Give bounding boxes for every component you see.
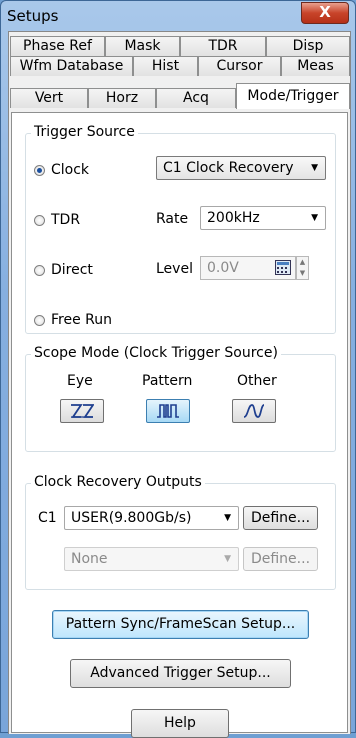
dialog-client-area: Phase Ref Mask TDR Disp Wfm Database His…	[8, 31, 351, 738]
spin-up-icon[interactable]: ▲	[297, 257, 308, 268]
clock-source-value: C1 Clock Recovery	[163, 160, 294, 176]
clock-recovery-group: Clock Recovery Outputs C1 USER(9.800Gb/s…	[25, 474, 336, 590]
radio-tdr[interactable]: TDR	[34, 212, 80, 228]
close-button[interactable]: X	[301, 2, 349, 24]
radio-clock-indicator[interactable]	[34, 164, 45, 176]
calculator-icon[interactable]	[275, 260, 291, 275]
mode-other-label: Other	[237, 373, 277, 389]
rate-value: 200kHz	[207, 210, 260, 226]
tab-phase-ref[interactable]: Phase Ref	[10, 36, 105, 56]
radio-direct[interactable]: Direct	[34, 262, 93, 278]
level-label: Level	[156, 261, 193, 277]
clock-output-value: USER(9.800Gb/s)	[71, 510, 192, 526]
trigger-source-title: Trigger Source	[31, 124, 138, 140]
c1-label: C1	[38, 510, 57, 526]
pattern-mode-button[interactable]	[146, 399, 190, 423]
chevron-down-icon: ▼	[224, 513, 231, 523]
radio-direct-indicator[interactable]	[34, 264, 45, 276]
sine-waveform-icon	[243, 404, 265, 418]
radio-free-run-indicator[interactable]	[34, 314, 45, 326]
tab-mode-trigger[interactable]: Mode/Trigger	[236, 83, 350, 109]
radio-tdr-indicator[interactable]	[34, 214, 45, 226]
radio-clock-label: Clock	[51, 162, 90, 178]
radio-free-run-label: Free Run	[51, 312, 113, 328]
mode-trigger-page: Trigger Source Clock C1 Clock Recovery ▼…	[11, 112, 348, 738]
clock-output2-value: None	[71, 551, 108, 567]
tab-tdr[interactable]: TDR	[180, 36, 266, 56]
chevron-down-icon: ▼	[311, 163, 318, 173]
radio-tdr-label: TDR	[51, 212, 81, 228]
scope-mode-group: Scope Mode (Clock Trigger Source) Eye Pa…	[25, 345, 336, 452]
tab-meas[interactable]: Meas	[281, 56, 350, 76]
clock-output2-combo[interactable]: None ▼	[64, 547, 239, 571]
window-title: Setups	[7, 7, 59, 25]
tab-horz[interactable]: Horz	[88, 88, 156, 108]
tab-mask[interactable]: Mask	[105, 36, 180, 56]
tab-disp[interactable]: Disp	[266, 36, 350, 56]
define-button-1[interactable]: Define...	[243, 506, 318, 530]
pattern-sync-button[interactable]: Pattern Sync/FrameScan Setup...	[52, 610, 309, 639]
tab-cursor[interactable]: Cursor	[198, 56, 281, 76]
mode-eye-label: Eye	[67, 373, 93, 389]
pattern-waveform-icon	[157, 404, 179, 418]
setups-window: Setups X Phase Ref Mask TDR Disp Wfm Dat…	[0, 0, 356, 738]
other-mode-button[interactable]	[232, 399, 276, 423]
chevron-down-icon: ▼	[311, 213, 318, 223]
chevron-down-icon: ▼	[224, 554, 231, 564]
advanced-trigger-button[interactable]: Advanced Trigger Setup...	[70, 659, 291, 688]
eye-mode-button[interactable]	[60, 399, 104, 423]
scope-mode-title: Scope Mode (Clock Trigger Source)	[31, 345, 281, 361]
mode-pattern-label: Pattern	[142, 373, 193, 389]
tab-hist[interactable]: Hist	[133, 56, 198, 76]
tab-wfm-database[interactable]: Wfm Database	[10, 56, 133, 76]
tab-acq[interactable]: Acq	[156, 88, 236, 108]
clock-output-combo[interactable]: USER(9.800Gb/s) ▼	[64, 506, 239, 530]
rate-label: Rate	[156, 211, 189, 227]
help-button[interactable]: Help	[131, 709, 229, 738]
tab-vert[interactable]: Vert	[10, 88, 88, 108]
clock-source-combo[interactable]: C1 Clock Recovery ▼	[156, 156, 326, 180]
clock-recovery-title: Clock Recovery Outputs	[31, 474, 205, 490]
radio-clock[interactable]: Clock	[34, 162, 89, 178]
define-button-2[interactable]: Define...	[243, 547, 318, 571]
spin-down-icon[interactable]: ▼	[297, 268, 308, 279]
rate-combo[interactable]: 200kHz ▼	[200, 206, 326, 230]
radio-free-run[interactable]: Free Run	[34, 312, 112, 328]
trigger-source-group: Trigger Source Clock C1 Clock Recovery ▼…	[25, 124, 336, 334]
level-spinner[interactable]: ▲ ▼	[296, 256, 309, 280]
radio-direct-label: Direct	[51, 262, 93, 278]
eye-diagram-icon	[71, 404, 94, 418]
